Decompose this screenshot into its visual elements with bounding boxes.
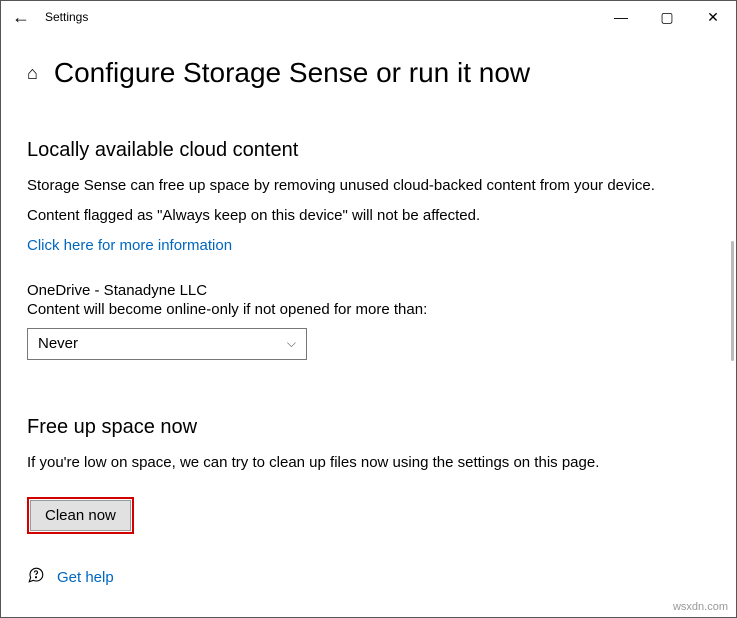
home-icon[interactable]: ⌂ <box>27 63 38 84</box>
dropdown-value: Never <box>38 335 78 352</box>
get-help-link[interactable]: Get help <box>57 569 114 586</box>
content: Locally available cloud content Storage … <box>1 139 736 534</box>
cloud-description-1: Storage Sense can free up space by remov… <box>27 176 710 196</box>
clean-now-button[interactable]: Clean now <box>30 500 131 531</box>
page-header: ⌂ Configure Storage Sense or run it now <box>1 33 736 109</box>
clean-now-highlight: Clean now <box>27 497 134 534</box>
scrollbar[interactable] <box>731 241 734 361</box>
chevron-down-icon: ⌵ <box>287 336 296 351</box>
minimize-button[interactable]: — <box>598 1 644 33</box>
window-controls: — ▢ ✕ <box>598 1 736 33</box>
cloud-account-name: OneDrive - Stanadyne LLC <box>27 282 710 299</box>
cloud-account-note: Content will become online-only if not o… <box>27 301 710 318</box>
app-title: Settings <box>41 10 598 24</box>
section-cloud-account: OneDrive - Stanadyne LLC Content will be… <box>27 282 710 360</box>
section-title-freeup: Free up space now <box>27 416 710 439</box>
page-title: Configure Storage Sense or run it now <box>54 57 530 89</box>
maximize-button[interactable]: ▢ <box>644 1 690 33</box>
cloud-more-info-link[interactable]: Click here for more information <box>27 237 710 254</box>
cloud-description-2: Content flagged as "Always keep on this … <box>27 206 710 226</box>
freeup-note: If you're low on space, we can try to cl… <box>27 453 710 473</box>
section-cloud-content: Locally available cloud content Storage … <box>27 139 710 254</box>
cloud-frequency-dropdown[interactable]: Never ⌵ <box>27 328 307 360</box>
close-button[interactable]: ✕ <box>690 1 736 33</box>
help-icon <box>27 566 45 589</box>
titlebar: ← Settings — ▢ ✕ <box>1 1 736 33</box>
back-button[interactable]: ← <box>1 1 41 33</box>
watermark: wsxdn.com <box>673 601 728 613</box>
help-row: Get help <box>27 566 114 589</box>
section-title-cloud: Locally available cloud content <box>27 139 710 162</box>
section-free-up: Free up space now If you're low on space… <box>27 416 710 534</box>
